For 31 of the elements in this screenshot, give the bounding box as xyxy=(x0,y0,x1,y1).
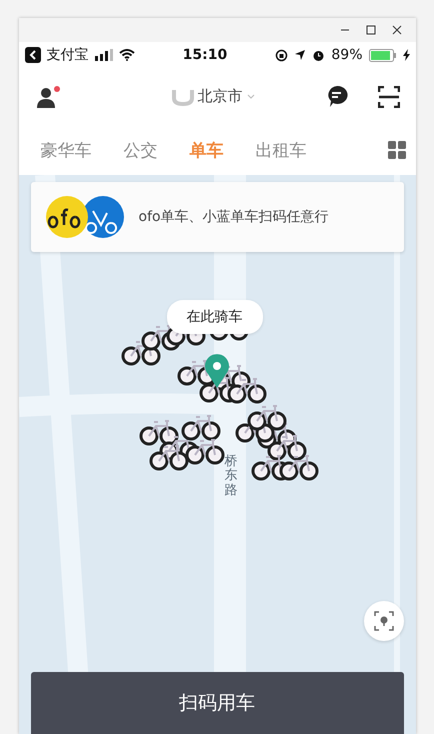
location-pin-icon xyxy=(204,354,230,390)
clock-time: 15:10 xyxy=(182,47,228,63)
banner-text: ofo单车、小蓝单车扫码任意行 xyxy=(138,208,329,226)
promo-banner[interactable]: ofo单车、小蓝单车扫码任意行 xyxy=(30,182,404,252)
road-label: 桥东路 xyxy=(224,455,238,498)
back-icon[interactable] xyxy=(24,47,40,63)
city-selector[interactable]: 北京市 xyxy=(198,87,242,106)
pick-up-tooltip: 在此骑车 xyxy=(166,300,262,334)
profile-icon[interactable] xyxy=(36,84,60,108)
locate-button[interactable] xyxy=(364,601,404,641)
logo-icon xyxy=(172,88,194,106)
category-tab[interactable]: 出租车 xyxy=(256,138,306,162)
locate-icon xyxy=(374,611,394,631)
category-tab[interactable]: 公交 xyxy=(124,138,158,162)
maximize-icon[interactable] xyxy=(366,25,376,35)
category-tab[interactable]: 单车 xyxy=(190,138,224,162)
battery-percent: 89% xyxy=(331,47,362,63)
signal-icon xyxy=(94,49,112,61)
scan-to-ride-button[interactable]: 扫码用车 xyxy=(30,672,404,734)
bike-brand-logo-icon xyxy=(44,195,124,239)
category-tab[interactable]: 豪华车 xyxy=(40,138,92,162)
back-app-label: 支付宝 xyxy=(46,46,88,64)
grid-menu-icon[interactable] xyxy=(388,141,406,159)
location-arrow-icon xyxy=(294,49,306,61)
message-icon[interactable] xyxy=(326,84,348,108)
close-icon[interactable] xyxy=(392,25,402,35)
wifi-icon xyxy=(118,49,134,61)
battery-icon xyxy=(368,48,396,62)
caret-icon xyxy=(246,94,254,100)
charging-bolt-icon xyxy=(402,49,410,61)
scan-icon[interactable] xyxy=(378,86,400,108)
